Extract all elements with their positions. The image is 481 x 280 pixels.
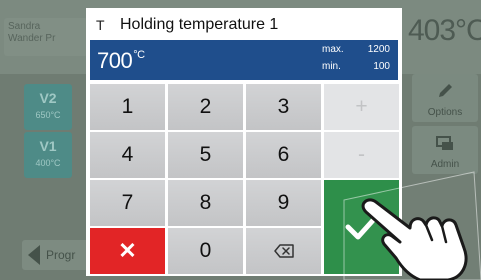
- background-v1-button: V1 400°C: [24, 132, 72, 178]
- key-2[interactable]: 2: [168, 84, 243, 130]
- arrow-left-icon: [28, 245, 40, 265]
- entered-value: 700°C: [97, 48, 145, 73]
- unit-label: °C: [133, 49, 145, 61]
- close-icon: ✕: [118, 238, 137, 263]
- max-label: max.: [322, 44, 344, 55]
- numeric-keypad: 1 2 3 + 4 5 6 - 7 8 9 ✕ 0: [90, 84, 399, 274]
- backspace-icon: [273, 244, 294, 258]
- background-program-name: Sandra Wander Pr: [8, 21, 56, 44]
- min-value: 100: [373, 61, 390, 72]
- min-label: min.: [322, 61, 341, 72]
- dialog-title: Holding temperature 1: [120, 16, 279, 33]
- key-6[interactable]: 6: [246, 132, 321, 178]
- key-4[interactable]: 4: [90, 132, 165, 178]
- background-program-button: Progr: [22, 240, 94, 270]
- minus-button[interactable]: -: [324, 132, 399, 178]
- key-7[interactable]: 7: [90, 180, 165, 226]
- dialog-title-bar: T Holding temperature 1: [86, 11, 402, 39]
- background-admin-button: Admin: [412, 126, 478, 174]
- plus-button[interactable]: +: [324, 84, 399, 130]
- key-9[interactable]: 9: [246, 180, 321, 226]
- parameter-symbol: T: [96, 17, 105, 33]
- backspace-button[interactable]: [246, 228, 321, 274]
- monitor-icon: [436, 136, 453, 150]
- confirm-button[interactable]: [324, 180, 399, 274]
- key-0[interactable]: 0: [168, 228, 243, 274]
- background-v2-button: V2 650°C: [24, 84, 72, 130]
- key-1[interactable]: 1: [90, 84, 165, 130]
- max-value: 1200: [367, 44, 390, 55]
- value-display: 700°C max. 1200 min. 100: [90, 40, 398, 80]
- key-3[interactable]: 3: [246, 84, 321, 130]
- cancel-button[interactable]: ✕: [90, 228, 165, 274]
- background-current-temperature: 403°C: [408, 14, 481, 47]
- pencil-icon: [439, 84, 452, 97]
- key-5[interactable]: 5: [168, 132, 243, 178]
- holding-temperature-dialog: T Holding temperature 1 700°C max. 1200 …: [86, 8, 402, 276]
- key-8[interactable]: 8: [168, 180, 243, 226]
- checkmark-icon: [345, 214, 378, 240]
- background-options-button: Options: [412, 74, 478, 122]
